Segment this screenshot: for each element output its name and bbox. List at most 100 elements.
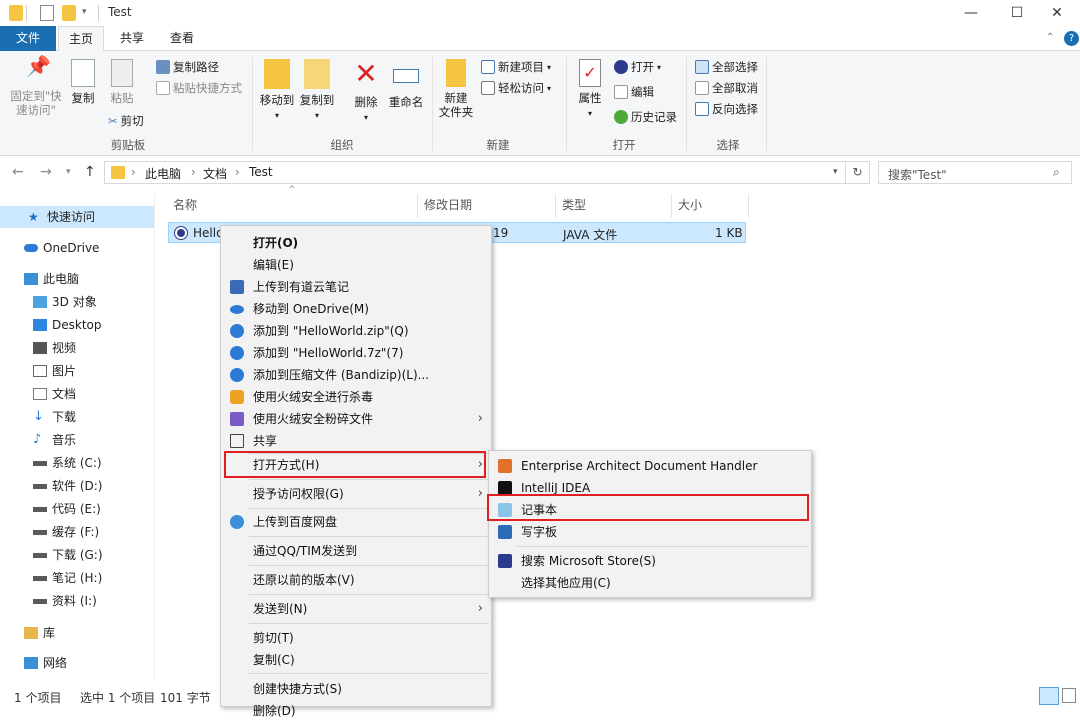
delete-button[interactable]: ✕ 删除 ▾	[348, 59, 384, 125]
chevron-right-icon[interactable]: ›	[235, 165, 240, 179]
copy-path-button[interactable]: 复制路径	[156, 57, 219, 77]
paste-button[interactable]: 粘贴	[104, 59, 140, 105]
sidebar-scrollbar[interactable]	[154, 194, 155, 680]
menu-item-add-zip[interactable]: 添加到 "HelloWorld.zip"(Q)	[221, 320, 491, 342]
tab-file[interactable]: 文件	[0, 26, 56, 51]
column-divider[interactable]	[748, 194, 749, 218]
menu-item-create-shortcut[interactable]: 创建快捷方式(S)	[221, 678, 491, 700]
sidebar-item-drive-d[interactable]: 软件 (D:)	[0, 475, 154, 497]
properties-quick-icon[interactable]	[40, 5, 54, 21]
new-folder-button[interactable]: 新建 文件夹	[436, 59, 476, 119]
pin-quick-access-button[interactable]: 📌 固定到"快 速访问"	[6, 56, 66, 117]
tab-view[interactable]: 查看	[160, 26, 204, 51]
address-dropdown-icon[interactable]: ▾	[833, 167, 838, 177]
menu-item-send-qq[interactable]: 通过QQ/TIM发送到	[221, 540, 491, 562]
large-icons-view-icon[interactable]	[1062, 688, 1076, 703]
sidebar-item-network[interactable]: 网络	[0, 652, 154, 674]
menu-item-copy[interactable]: 复制(C)	[221, 649, 491, 671]
menu-item-delete[interactable]: 删除(D)	[221, 700, 491, 722]
copy-button[interactable]: 复制	[66, 59, 100, 105]
breadcrumb-documents[interactable]: 文档	[203, 165, 227, 182]
menu-item-enterprise-architect[interactable]: Enterprise Architect Document Handler	[489, 455, 811, 477]
close-button[interactable]: ✕	[1034, 0, 1080, 26]
menu-item-huorong-shred[interactable]: 使用火绒安全粉碎文件 ›	[221, 408, 491, 430]
menu-item-wordpad[interactable]: 写字板	[489, 521, 811, 543]
menu-item-youdao[interactable]: 上传到有道云笔记	[221, 276, 491, 298]
column-divider[interactable]	[417, 194, 418, 218]
column-header-type[interactable]: 类型	[562, 194, 586, 216]
sidebar-item-videos[interactable]: 视频	[0, 337, 154, 359]
column-divider[interactable]	[555, 194, 556, 218]
collapse-ribbon-icon[interactable]: ⌃	[1046, 32, 1054, 43]
sidebar-item-3d-objects[interactable]: 3D 对象	[0, 291, 154, 313]
search-placeholder[interactable]: 搜索"Test"	[888, 166, 947, 183]
edit-button[interactable]: 编辑	[614, 82, 654, 102]
back-arrow-icon[interactable]: ←	[12, 164, 24, 180]
breadcrumb-this-pc[interactable]: 此电脑	[145, 165, 181, 182]
sidebar-item-documents[interactable]: 文档	[0, 383, 154, 405]
open-button[interactable]: 打开 ▾	[614, 57, 661, 77]
search-icon[interactable]: ⌕	[1053, 165, 1060, 180]
details-view-icon[interactable]	[1039, 687, 1059, 705]
sidebar-item-drive-g[interactable]: 下载 (G:)	[0, 544, 154, 566]
paste-shortcut-button[interactable]: 粘贴快捷方式	[156, 78, 242, 98]
recent-locations-icon[interactable]: ▾	[66, 167, 71, 177]
select-all-button[interactable]: 全部选择	[695, 57, 758, 77]
copy-to-button[interactable]: 复制到 ▾	[298, 59, 336, 123]
menu-item-edit[interactable]: 编辑(E)	[221, 254, 491, 276]
new-item-button[interactable]: 新建项目 ▾	[481, 57, 551, 77]
menu-item-baidu[interactable]: 上传到百度网盘	[221, 511, 491, 533]
menu-item-choose-other[interactable]: 选择其他应用(C)	[489, 572, 811, 594]
properties-button[interactable]: ✓ 属性 ▾	[572, 59, 608, 121]
breadcrumb-test[interactable]: Test	[249, 165, 273, 179]
tab-home[interactable]: 主页	[58, 26, 105, 52]
menu-item-onedrive[interactable]: 移动到 OneDrive(M)	[221, 298, 491, 320]
menu-item-share[interactable]: 共享	[221, 430, 491, 452]
chevron-right-icon[interactable]: ›	[131, 165, 136, 179]
help-icon[interactable]: ?	[1064, 31, 1079, 46]
menu-item-cut[interactable]: 剪切(T)	[221, 627, 491, 649]
sidebar-item-drive-i[interactable]: 资料 (I:)	[0, 590, 154, 612]
sidebar-item-drive-c[interactable]: 系统 (C:)	[0, 452, 154, 474]
menu-item-restore[interactable]: 还原以前的版本(V)	[221, 569, 491, 591]
sidebar-item-libraries[interactable]: 库	[0, 622, 154, 644]
search-box[interactable]: 搜索"Test" ⌕	[878, 161, 1072, 184]
sidebar-item-pictures[interactable]: 图片	[0, 360, 154, 382]
menu-item-store-search[interactable]: 搜索 Microsoft Store(S)	[489, 550, 811, 572]
menu-item-add-archive[interactable]: 添加到压缩文件 (Bandizip)(L)...	[221, 364, 491, 386]
sidebar-item-downloads[interactable]: ↓ 下载	[0, 406, 154, 428]
select-none-button[interactable]: 全部取消	[695, 78, 758, 98]
cut-button[interactable]: ✂ 剪切	[108, 111, 144, 131]
column-header-date[interactable]: 修改日期	[424, 194, 472, 216]
sidebar-item-desktop[interactable]: Desktop	[0, 314, 154, 336]
chevron-right-icon[interactable]: ›	[191, 165, 196, 179]
sidebar-item-drive-f[interactable]: 缓存 (F:)	[0, 521, 154, 543]
sidebar-item-drive-e[interactable]: 代码 (E:)	[0, 498, 154, 520]
sidebar-item-music[interactable]: ♪ 音乐	[0, 429, 154, 451]
quick-access-dropdown-icon[interactable]: ▾	[82, 7, 90, 17]
column-header-size[interactable]: 大小	[678, 194, 702, 216]
minimize-button[interactable]: —	[948, 0, 994, 26]
tab-share[interactable]: 共享	[110, 26, 154, 51]
invert-selection-button[interactable]: 反向选择	[695, 99, 758, 119]
sidebar-item-quick-access[interactable]: ★ 快速访问	[0, 206, 154, 228]
menu-item-send-to[interactable]: 发送到(N) ›	[221, 598, 491, 620]
column-divider[interactable]	[671, 194, 672, 218]
forward-arrow-icon[interactable]: →	[40, 164, 52, 180]
address-bar[interactable]: › 此电脑 › 文档 › Test ▾	[104, 161, 846, 184]
rename-button[interactable]: 重命名	[386, 59, 426, 109]
menu-item-open[interactable]: 打开(O)	[221, 232, 491, 254]
refresh-icon[interactable]: ↻	[846, 161, 870, 184]
sidebar-item-drive-h[interactable]: 笔记 (H:)	[0, 567, 154, 589]
column-header-name[interactable]: 名称	[173, 194, 197, 216]
menu-item-grant-access[interactable]: 授予访问权限(G) ›	[221, 483, 491, 505]
sidebar-item-this-pc[interactable]: 此电脑	[0, 268, 154, 290]
new-folder-quick-icon[interactable]	[62, 5, 76, 21]
sidebar-item-onedrive[interactable]: OneDrive	[0, 237, 154, 259]
menu-item-add-7z[interactable]: 添加到 "HelloWorld.7z"(7)	[221, 342, 491, 364]
easy-access-button[interactable]: 轻松访问 ▾	[481, 78, 551, 98]
up-arrow-icon[interactable]: ↑	[84, 164, 96, 180]
move-to-button[interactable]: 移动到 ▾	[258, 59, 296, 123]
menu-item-huorong-scan[interactable]: 使用火绒安全进行杀毒	[221, 386, 491, 408]
history-button[interactable]: 历史记录	[614, 107, 677, 127]
